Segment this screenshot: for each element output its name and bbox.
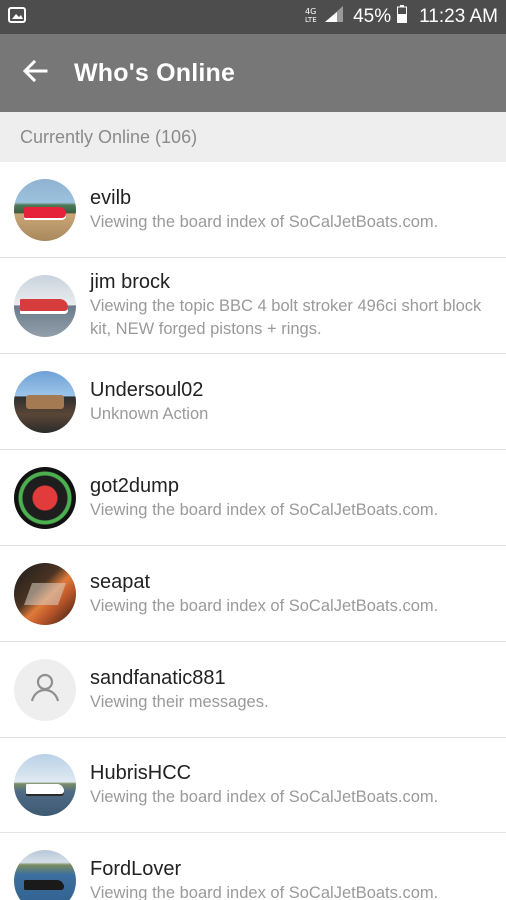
section-header-label: Currently Online (106): [20, 126, 198, 147]
list-item-text: sandfanatic881 Viewing their messages.: [90, 666, 506, 714]
back-button[interactable]: [0, 34, 70, 112]
online-user-list: evilb Viewing the board index of SoCalJe…: [0, 162, 506, 900]
list-item[interactable]: HubrisHCC Viewing the board index of SoC…: [0, 738, 506, 833]
list-item[interactable]: jim brock Viewing the topic BBC 4 bolt s…: [0, 258, 506, 354]
svg-text:4G: 4G: [305, 7, 316, 16]
status-left: [8, 6, 26, 28]
user-name: HubrisHCC: [90, 762, 192, 784]
user-action: Viewing their messages.: [90, 692, 269, 711]
list-item[interactable]: seapat Viewing the board index of SoCalJ…: [0, 546, 506, 642]
list-item-text: evilb Viewing the board index of SoCalJe…: [90, 186, 506, 234]
user-action: Viewing the topic BBC 4 bolt stroker 496…: [90, 297, 482, 338]
user-action: Viewing the board index of SoCalJetBoats…: [90, 212, 439, 231]
user-action: Viewing the board index of SoCalJetBoats…: [90, 596, 439, 615]
avatar: [14, 850, 76, 900]
avatar: [14, 754, 76, 816]
user-name: seapat: [90, 570, 151, 593]
user-name: Undersoul02: [90, 378, 204, 401]
user-name: FordLover: [90, 858, 182, 880]
avatar: [14, 370, 76, 433]
battery-icon: [397, 5, 408, 29]
avatar: [14, 658, 76, 721]
gallery-notification-icon: [8, 6, 26, 28]
list-item-text: jim brock Viewing the topic BBC 4 bolt s…: [90, 270, 506, 341]
app-bar: Who's Online: [0, 34, 506, 112]
status-bar: 4G LTE 45% 11:23 AM: [0, 0, 506, 34]
user-name: sandfanatic881: [90, 666, 226, 689]
section-header: Currently Online (106): [0, 112, 506, 162]
list-item[interactable]: evilb Viewing the board index of SoCalJe…: [0, 162, 506, 258]
status-right: 4G LTE 45% 11:23 AM: [305, 5, 498, 29]
avatar: [14, 466, 76, 529]
clock: 11:23 AM: [419, 6, 498, 27]
list-item-text: FordLover Viewing the board index of SoC…: [90, 857, 506, 900]
user-action: Viewing the board index of SoCalJetBoats…: [90, 500, 439, 519]
user-action: Unknown Action: [90, 404, 209, 423]
avatar: [14, 178, 76, 241]
list-item-text: Undersoul02 Unknown Action: [90, 378, 506, 426]
lte-signal-icon: 4G LTE: [305, 5, 347, 29]
svg-text:LTE: LTE: [305, 16, 317, 23]
user-name: evilb: [90, 186, 132, 209]
list-item[interactable]: FordLover Viewing the board index of SoC…: [0, 833, 506, 900]
list-item-text: HubrisHCC Viewing the board index of SoC…: [90, 761, 506, 809]
list-item-text: got2dump Viewing the board index of SoCa…: [90, 474, 506, 522]
person-icon: [28, 670, 62, 709]
arrow-back-icon: [22, 59, 48, 88]
user-name: got2dump: [90, 474, 179, 497]
list-item-text: seapat Viewing the board index of SoCalJ…: [90, 570, 506, 618]
user-action: Viewing the board index of SoCalJetBoats…: [90, 788, 439, 806]
avatar: [14, 562, 76, 625]
user-action: Viewing the board index of SoCalJetBoats…: [90, 884, 439, 900]
user-name: jim brock: [90, 271, 171, 293]
list-item[interactable]: sandfanatic881 Viewing their messages.: [0, 642, 506, 738]
battery-percent: 45%: [353, 6, 392, 27]
avatar: [14, 274, 76, 337]
page-title: Who's Online: [74, 58, 236, 87]
list-item[interactable]: Undersoul02 Unknown Action: [0, 354, 506, 450]
list-item[interactable]: got2dump Viewing the board index of SoCa…: [0, 450, 506, 546]
